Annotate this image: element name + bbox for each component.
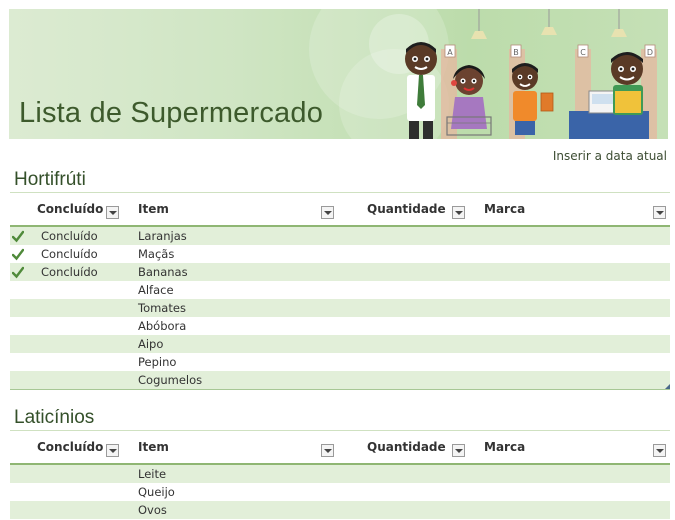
aisle-sign: C: [580, 48, 586, 57]
table-row[interactable]: Pepino: [10, 353, 670, 371]
table-row[interactable]: Leite: [10, 465, 670, 483]
row-item-name[interactable]: Abóbora: [138, 317, 186, 335]
column-header-done: Concluído: [37, 440, 104, 454]
filter-dropdown-item[interactable]: [321, 206, 334, 219]
insert-date-link[interactable]: Inserir a data atual: [553, 149, 667, 163]
column-header-quantity: Quantidade: [367, 202, 446, 216]
row-item-name[interactable]: Leite: [138, 465, 166, 483]
filter-dropdown-done[interactable]: [106, 206, 119, 219]
table-row[interactable]: Tomates: [10, 299, 670, 317]
column-header-brand: Marca: [484, 440, 526, 454]
table-header: Concluído Item Quantidade Marca: [10, 193, 670, 227]
row-item-name[interactable]: Queijo: [138, 483, 175, 501]
row-item-name[interactable]: Pepino: [138, 353, 176, 371]
row-item-name[interactable]: Laranjas: [138, 227, 187, 245]
row-item-name[interactable]: Tomates: [138, 299, 186, 317]
row-item-name[interactable]: Bananas: [138, 263, 188, 281]
table-row[interactable]: Ovos: [10, 501, 670, 519]
filter-dropdown-done[interactable]: [106, 444, 119, 457]
filter-dropdown-brand[interactable]: [653, 444, 666, 457]
row-done-status[interactable]: Concluído: [41, 245, 98, 263]
table-body: Concluído Laranjas Concluído Maçãs Concluído…: [10, 227, 670, 390]
row-item-name[interactable]: Cogumelos: [138, 371, 202, 389]
table-body: Leite Queijo Ovos: [10, 465, 670, 519]
table-row[interactable]: Concluído Maçãs: [10, 245, 670, 263]
column-header-quantity: Quantidade: [367, 440, 446, 454]
table-row[interactable]: Concluído Laranjas: [10, 227, 670, 245]
row-item-name[interactable]: Ovos: [138, 501, 167, 519]
row-item-name[interactable]: Aipo: [138, 335, 163, 353]
table-header: Concluído Item Quantidade Marca: [10, 431, 670, 465]
column-header-done: Concluído: [37, 202, 104, 216]
page-title: Lista de Supermercado: [19, 97, 324, 129]
aisle-sign: B: [513, 48, 519, 57]
checkmark-icon: [12, 266, 24, 279]
row-item-name[interactable]: Alface: [138, 281, 174, 299]
table-row[interactable]: Alface: [10, 281, 670, 299]
filter-dropdown-quantity[interactable]: [452, 206, 465, 219]
column-header-item: Item: [138, 202, 169, 216]
header-banner: A B C D Lista de Supermercado: [9, 9, 668, 139]
filter-dropdown-quantity[interactable]: [452, 444, 465, 457]
table-row[interactable]: Concluído Bananas: [10, 263, 670, 281]
section-title: Hortifrúti: [10, 168, 670, 193]
section-laticinios: Laticínios Concluído Item Quantidade Mar…: [10, 406, 670, 519]
aisle-sign: A: [447, 48, 453, 57]
row-item-name[interactable]: Maçãs: [138, 245, 174, 263]
row-done-status[interactable]: Concluído: [41, 263, 98, 281]
table-row[interactable]: Cogumelos: [10, 371, 670, 389]
aisle-sign: D: [647, 48, 653, 57]
table-row[interactable]: Queijo: [10, 483, 670, 501]
checkmark-icon: [12, 230, 24, 243]
section-title: Laticínios: [10, 406, 670, 431]
table-row[interactable]: Abóbora: [10, 317, 670, 335]
column-header-brand: Marca: [484, 202, 526, 216]
table-row[interactable]: Aipo: [10, 335, 670, 353]
section-hortifruti: Hortifrúti Concluído Item Quantidade Mar…: [10, 168, 670, 390]
checkmark-icon: [12, 248, 24, 261]
column-header-item: Item: [138, 440, 169, 454]
row-done-status[interactable]: Concluído: [41, 227, 98, 245]
table-resize-handle[interactable]: [665, 384, 670, 389]
filter-dropdown-brand[interactable]: [653, 206, 666, 219]
filter-dropdown-item[interactable]: [321, 444, 334, 457]
